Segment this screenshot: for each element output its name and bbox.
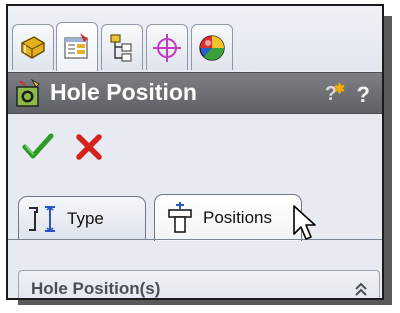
tab-positions-label: Positions bbox=[203, 208, 272, 227]
property-manager-window: Hole Position ?✱ ? Type Positions Hole P… bbox=[6, 4, 384, 300]
hole-position-icon bbox=[168, 202, 192, 233]
tab-positions[interactable]: Positions bbox=[154, 194, 302, 241]
mouse-cursor-icon bbox=[293, 205, 316, 240]
hole-positions-group: Hole Position(s) bbox=[18, 270, 380, 298]
tab-feature-manager[interactable] bbox=[12, 24, 54, 70]
configuration-manager-icon bbox=[110, 33, 132, 62]
tab-property-manager[interactable] bbox=[56, 22, 98, 71]
page-title: Hole Position bbox=[50, 79, 197, 105]
hole-tabs: Type Positions bbox=[8, 186, 382, 241]
property-manager-title-bar: Hole Position ?✱ ? bbox=[8, 72, 382, 114]
hole-type-icon bbox=[29, 205, 55, 232]
display-manager-icon bbox=[199, 34, 225, 61]
property-manager-panel: Hole Position ?✱ ? Type Positions Hole P… bbox=[8, 6, 382, 298]
feature-manager-icon bbox=[21, 35, 45, 59]
double-chevron-up-icon[interactable] bbox=[353, 281, 369, 297]
dimxpert-manager-icon bbox=[153, 33, 181, 62]
tab-configuration-manager[interactable] bbox=[101, 24, 143, 70]
cancel-button[interactable] bbox=[74, 132, 104, 162]
tab-dimxpert-manager[interactable] bbox=[146, 24, 188, 70]
property-manager-icon bbox=[64, 33, 88, 59]
ok-button[interactable] bbox=[22, 132, 54, 162]
tab-display-manager[interactable] bbox=[191, 24, 233, 70]
manager-tab-bar bbox=[8, 6, 382, 71]
help-icon[interactable]: ? bbox=[357, 82, 370, 108]
tab-type-label: Type bbox=[67, 208, 104, 228]
group-title: Hole Position(s) bbox=[31, 279, 161, 298]
detailed-preview-help-icon[interactable]: ?✱ bbox=[325, 81, 348, 106]
tab-baseline bbox=[8, 239, 382, 240]
hole-wizard-icon bbox=[16, 78, 40, 107]
tab-type[interactable]: Type bbox=[18, 196, 146, 240]
